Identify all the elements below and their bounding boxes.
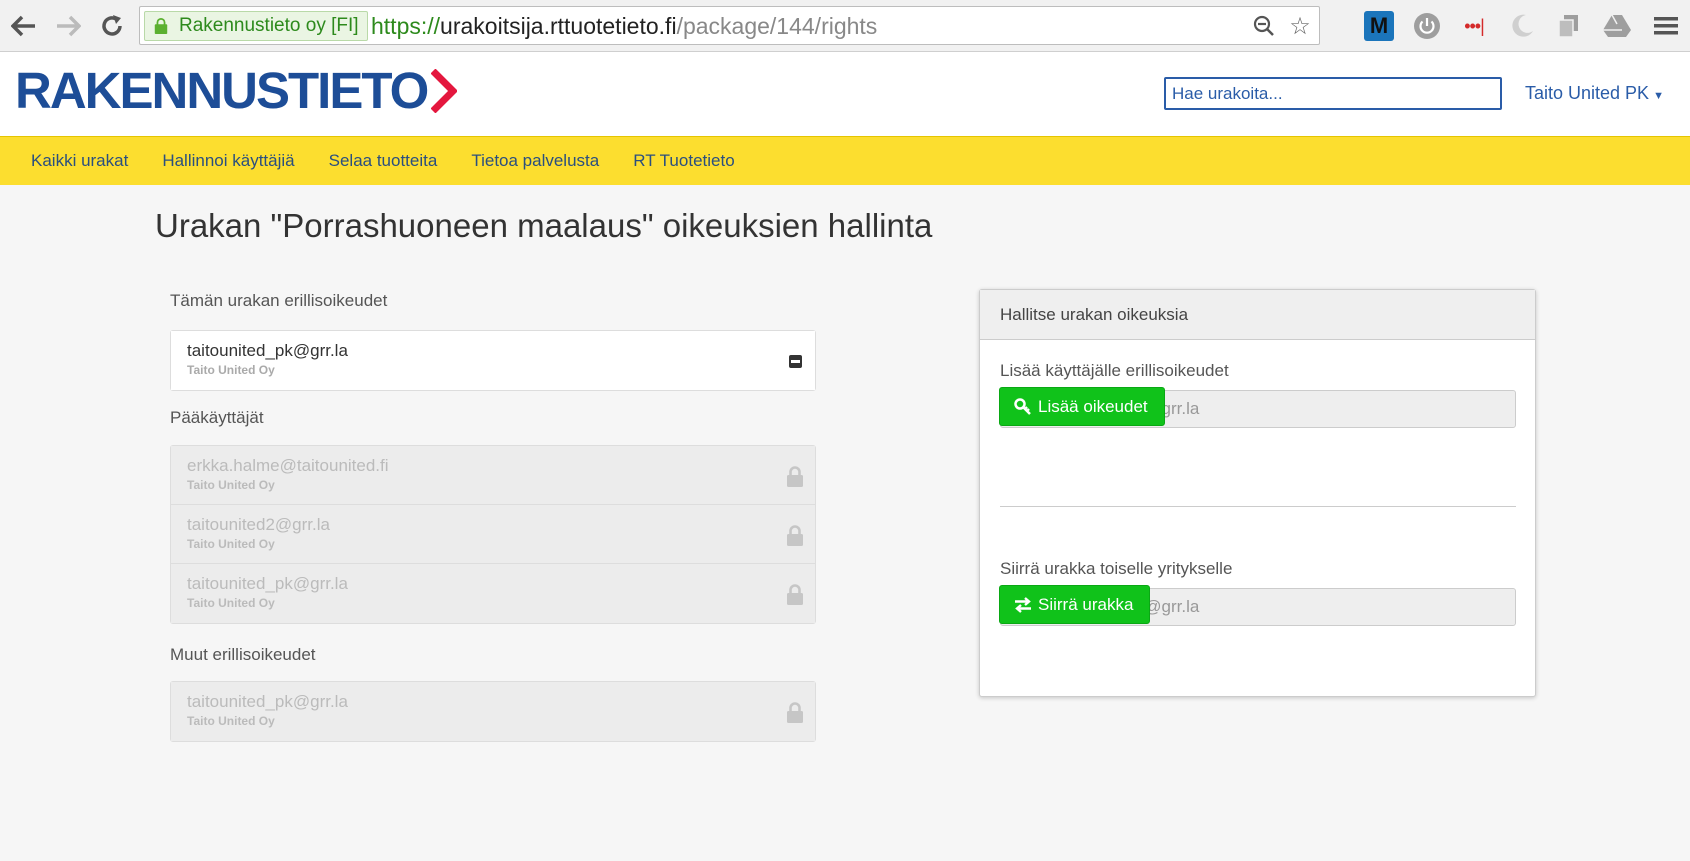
search-input[interactable] <box>1164 77 1502 110</box>
main-navbar: Kaikki urakat Hallinnoi käyttäjiä Selaa … <box>0 136 1690 185</box>
site-identity-badge[interactable]: Rakennustieto oy [FI] <box>144 11 368 41</box>
url-host: urakoitsija.rttuotetieto.fi <box>440 13 677 39</box>
nav-item-hallinnoi-kayttajia[interactable]: Hallinnoi käyttäjiä <box>145 137 311 185</box>
reload-icon <box>102 15 122 36</box>
nav-item-kaikki-urakat[interactable]: Kaikki urakat <box>0 137 145 185</box>
menu-hamburger-icon[interactable] <box>1650 10 1682 42</box>
user-menu-dropdown[interactable]: Taito United PK ▼ <box>1525 83 1664 104</box>
url-path: /package/144/rights <box>676 13 878 39</box>
bookmark-star-icon[interactable]: ☆ <box>1285 11 1315 41</box>
panel-heading: Hallitse urakan oikeuksia <box>980 290 1535 340</box>
add-rights-button[interactable]: Lisää oikeudet <box>999 387 1165 426</box>
list-item: taitounited2@grr.la Taito United Oy <box>171 505 815 564</box>
other-rights-list: taitounited_pk@grr.la Taito United Oy <box>170 681 816 742</box>
zoom-icon[interactable] <box>1249 11 1279 41</box>
back-arrow-icon <box>11 15 35 37</box>
add-rights-button-label: Lisää oikeudet <box>1038 396 1148 416</box>
lock-icon <box>785 583 805 605</box>
add-rights-label: Lisää käyttäjälle erillisoikeudet <box>1000 361 1229 380</box>
other-rights-label: Muut erillisoikeudet <box>170 645 316 664</box>
list-item: erkka.halme@taitounited.fi Taito United … <box>171 446 815 505</box>
power-extension-icon[interactable] <box>1411 10 1443 42</box>
extension-m-icon[interactable]: M <box>1364 11 1394 41</box>
list-item: taitounited_pk@grr.la Taito United Oy <box>171 682 815 741</box>
remove-button[interactable] <box>785 351 805 371</box>
forward-arrow-icon <box>57 15 81 37</box>
drive-extension-icon[interactable] <box>1601 10 1633 42</box>
copy-extension-icon[interactable] <box>1553 10 1585 42</box>
divider <box>1000 506 1516 507</box>
lock-icon <box>785 524 805 546</box>
logo-text: RAKENNUSTIETO <box>15 62 429 119</box>
manage-rights-panel: Hallitse urakan oikeuksia Lisää käyttäjä… <box>979 289 1536 697</box>
key-icon <box>1014 397 1031 415</box>
special-rights-list: taitounited_pk@grr.la Taito United Oy <box>170 330 816 391</box>
moon-extension-icon[interactable] <box>1506 10 1538 42</box>
list-item: taitounited_pk@grr.la Taito United Oy <box>171 331 815 390</box>
user-company: Taito United Oy <box>187 478 275 492</box>
user-company: Taito United Oy <box>187 537 275 551</box>
exchange-arrows-icon <box>1015 596 1031 613</box>
user-email: taitounited_pk@grr.la <box>187 692 348 711</box>
transfer-button[interactable]: Siirrä urakka <box>999 585 1151 624</box>
logo-chevron-icon <box>431 69 458 113</box>
lock-icon <box>154 18 168 34</box>
page-title: Urakan "Porrashuoneen maalaus" oikeuksie… <box>155 207 933 244</box>
transfer-label: Siirrä urakka toiselle yritykselle <box>1000 559 1233 578</box>
special-rights-label: Tämän urakan erillisoikeudet <box>170 291 388 310</box>
lock-icon <box>785 465 805 487</box>
reload-button[interactable] <box>96 10 128 42</box>
transfer-button-label: Siirrä urakka <box>1038 594 1134 614</box>
admins-list: erkka.halme@taitounited.fi Taito United … <box>170 445 816 624</box>
user-company: Taito United Oy <box>187 596 275 610</box>
lock-icon <box>785 701 805 723</box>
user-name: Taito United PK <box>1525 83 1650 103</box>
caret-down-icon: ▼ <box>1653 90 1664 102</box>
forward-button[interactable] <box>52 10 84 42</box>
user-email: taitounited2@grr.la <box>187 515 330 534</box>
minus-square-icon <box>788 354 802 368</box>
user-email: taitounited_pk@grr.la <box>187 341 348 360</box>
logo[interactable]: RAKENNUSTIETO <box>15 62 458 119</box>
site-identity-text: Rakennustieto oy [FI] <box>179 15 359 36</box>
user-company: Taito United Oy <box>187 363 275 377</box>
nav-item-selaa-tuotteita[interactable]: Selaa tuotteita <box>312 137 455 185</box>
user-company: Taito United Oy <box>187 714 275 728</box>
address-bar[interactable]: Rakennustieto oy [FI] https://urakoitsij… <box>139 6 1320 45</box>
user-email: erkka.halme@taitounited.fi <box>187 456 389 475</box>
admins-label: Pääkäyttäjät <box>170 408 264 427</box>
back-button[interactable] <box>8 10 40 42</box>
nav-item-tietoa-palvelusta[interactable]: Tietoa palvelusta <box>454 137 616 185</box>
list-item: taitounited_pk@grr.la Taito United Oy <box>171 564 815 623</box>
nav-item-rt-tuotetieto[interactable]: RT Tuotetieto <box>616 137 751 185</box>
url-text[interactable]: https://urakoitsija.rttuotetieto.fi/pack… <box>371 13 877 40</box>
browser-toolbar: Rakennustieto oy [FI] https://urakoitsij… <box>0 0 1690 52</box>
url-scheme: https:// <box>371 13 441 39</box>
user-email: taitounited_pk@grr.la <box>187 574 348 593</box>
site-header: RAKENNUSTIETO Taito United PK▼ <box>0 52 1690 136</box>
lastpass-extension-icon[interactable]: •••| <box>1458 10 1490 42</box>
